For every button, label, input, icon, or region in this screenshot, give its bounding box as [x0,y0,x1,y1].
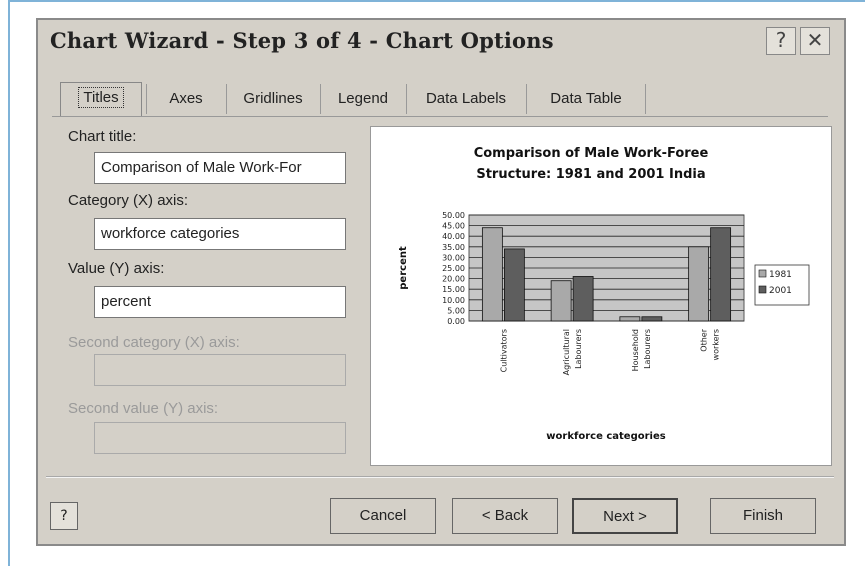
tab-data-labels[interactable]: Data Labels [406,84,525,114]
close-icon[interactable]: ✕ [800,27,830,55]
y-tick-label: 25.00 [442,264,465,273]
bar-1981 [688,246,710,322]
second-value-y-axis-field [94,422,346,454]
x-category-label: Other [700,328,709,351]
tab-axes[interactable]: Axes [146,84,225,114]
tab-legend[interactable]: Legend [320,84,405,114]
chart-title-label: Chart title: [68,128,137,145]
y-tick-label: 20.00 [442,275,465,284]
y-axis-label: percent [398,246,409,290]
bar-2001 [641,316,663,322]
tab-data-table[interactable]: Data Table [526,84,646,114]
chart-wizard-dialog: Chart Wizard - Step 3 of 4 - Chart Optio… [36,18,846,546]
window-title: Chart Wizard - Step 3 of 4 - Chart Optio… [50,28,554,53]
second-category-x-axis-label: Second category (X) axis: [68,334,240,351]
y-tick-label: 30.00 [442,253,465,262]
value-y-axis-label: Value (Y) axis: [68,260,165,277]
y-tick-label: 10.00 [442,296,465,305]
chart-title-line: Structure: 1981 and 2001 India [476,167,705,182]
legend-swatch-2001 [758,285,767,294]
x-category-label: Agricultural [562,329,571,375]
y-tick-label: 50.00 [442,211,465,220]
bar-2001 [710,227,732,322]
legend-label-1981: 1981 [769,270,792,280]
x-category-label: workers [712,329,721,360]
help-question-icon[interactable]: ? [766,27,796,55]
second-category-x-axis-field [94,354,346,386]
bar-1981 [619,316,641,322]
category-x-axis-field[interactable]: workforce categories [94,218,346,250]
bar-1981 [550,280,572,322]
y-tick-label: 15.00 [442,285,465,294]
page-frame-left [8,0,10,566]
chart-title-line: Comparison of Male Work-Foree [474,146,709,161]
x-category-label: Labourers [643,329,652,369]
next-button[interactable]: Next > [572,498,678,534]
chart-preview: Comparison of Male Work-Foree Structure: … [370,126,832,466]
y-tick-label: 45.00 [442,222,465,231]
help-icon-button[interactable]: ? [50,502,78,530]
x-category-label: Household [631,329,640,371]
y-tick-label: 35.00 [442,243,465,252]
y-tick-label: 0.00 [447,317,465,326]
back-button[interactable]: < Back [452,498,558,534]
category-x-axis-label: Category (X) axis: [68,192,189,209]
y-tick-label: 5.00 [447,306,465,315]
legend-swatch-1981 [758,269,767,278]
chart-title-field[interactable]: Comparison of Male Work-For [94,152,346,184]
x-category-label: Labourers [574,329,583,369]
bar-1981 [481,227,503,322]
title-bar: Chart Wizard - Step 3 of 4 - Chart Optio… [38,20,844,68]
x-axis-label: workforce categories [546,431,665,442]
legend-label-2001: 2001 [769,286,792,296]
footer-divider-highlight [46,477,834,478]
value-y-axis-field[interactable]: percent [94,286,346,318]
cancel-button[interactable]: Cancel [330,498,436,534]
bar-2001 [572,276,594,322]
tab-panel-border [52,116,828,117]
bar-2001 [503,248,525,322]
finish-button[interactable]: Finish [710,498,816,534]
chart-svg: Comparison of Male Work-Foree Structure: … [398,146,810,442]
tab-titles[interactable]: Titles [60,82,142,117]
page-frame-top [8,0,865,2]
tab-gridlines[interactable]: Gridlines [226,84,319,114]
x-category-label: Cultivators [499,329,508,372]
second-value-y-axis-label: Second value (Y) axis: [68,400,219,417]
y-tick-label: 40.00 [442,232,465,241]
